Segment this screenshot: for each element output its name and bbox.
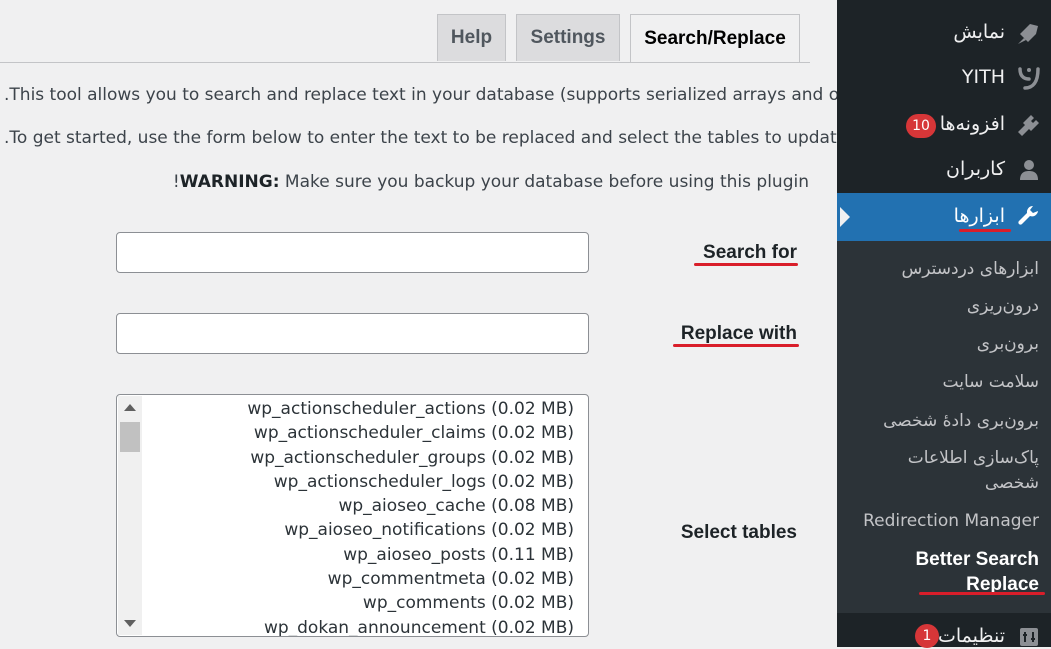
scroll-down-arrow-icon[interactable] <box>124 620 136 627</box>
sidebar-label-appearance: نمایش <box>953 21 1005 43</box>
user-icon <box>1017 158 1041 182</box>
sidebar-item-appearance[interactable]: نمایش <box>837 14 1051 52</box>
table-option[interactable]: wp_actionscheduler_groups (0.02 MB) <box>144 446 574 470</box>
warning-prefix: ! <box>172 172 180 192</box>
tables-select-list[interactable]: wp_actionscheduler_actions (0.02 MB) wp_… <box>116 394 589 637</box>
select-tables-label: Select tables <box>680 522 797 543</box>
better-search-replace-underline <box>919 592 1045 595</box>
sidebar-label-tools: ابزارها <box>953 205 1005 227</box>
tab-search-replace[interactable]: Search/Replace <box>630 14 800 63</box>
sidebar-label-yith: YITH <box>961 66 1005 88</box>
sidebar-item-settings[interactable]: تنظیمات 1 <box>837 619 1051 649</box>
table-option[interactable]: wp_actionscheduler_logs (0.02 MB) <box>144 470 574 494</box>
paintbrush-icon <box>1017 21 1041 45</box>
submenu-erase-personal-data-line2[interactable]: شخصی <box>985 473 1039 493</box>
tools-submenu: ابزارهای دردسترس درون‌ریزی برون‌بری سلام… <box>837 241 1051 613</box>
search-for-label: Search for <box>703 242 797 263</box>
tables-options: wp_actionscheduler_actions (0.02 MB) wp_… <box>144 397 574 636</box>
tools-label-underline <box>959 229 1011 232</box>
search-label-underline <box>694 263 798 266</box>
replace-with-input[interactable] <box>116 313 589 354</box>
intro-text-1: .This tool allows you to search and repl… <box>4 85 897 105</box>
submenu-erase-personal-data-line1[interactable]: پاک‌سازی اطلاعات <box>908 448 1039 468</box>
table-option[interactable]: wp_aioseo_notifications (0.02 MB) <box>144 518 574 542</box>
sidebar-item-yith[interactable]: YITH <box>837 60 1051 98</box>
table-option[interactable]: wp_actionscheduler_claims (0.02 MB) <box>144 421 574 445</box>
sidebar-label-users: کاربران <box>945 158 1005 180</box>
table-option[interactable]: wp_commentmeta (0.02 MB) <box>144 567 574 591</box>
submenu-better-search-replace-line1[interactable]: Better Search <box>915 547 1039 572</box>
plugins-update-badge: 10 <box>906 114 936 138</box>
admin-sidebar: نمایش YITH افزونه‌ها 10 کاربران ابزارها … <box>837 0 1051 649</box>
sidebar-item-plugins[interactable]: افزونه‌ها 10 <box>837 106 1051 144</box>
table-option[interactable]: wp_comments (0.02 MB) <box>144 591 574 615</box>
scroll-up-arrow-icon[interactable] <box>124 404 136 411</box>
sidebar-label-plugins: افزونه‌ها <box>939 113 1005 135</box>
warning-text: !WARNING: Make sure you backup your data… <box>4 172 809 192</box>
search-for-input[interactable] <box>116 232 589 273</box>
tab-help[interactable]: Help <box>437 14 506 61</box>
table-option[interactable]: wp_dokan_announcement (0.02 MB) <box>144 616 574 636</box>
main-content: Help Settings Search/Replace .This tool … <box>0 0 897 647</box>
sidebar-item-tools[interactable]: ابزارها <box>837 193 1051 241</box>
sidebar-item-users[interactable]: کاربران <box>837 151 1051 189</box>
sidebar-label-settings: تنظیمات <box>937 625 1005 647</box>
settings-sliders-icon <box>1017 625 1041 649</box>
submenu-export[interactable]: برون‌بری <box>977 334 1039 354</box>
table-option[interactable]: wp_aioseo_posts (0.11 MB) <box>144 543 574 567</box>
tables-scrollbar[interactable] <box>118 396 142 635</box>
table-option[interactable]: wp_actionscheduler_actions (0.02 MB) <box>144 397 574 421</box>
intro-text-2: .To get started, use the form below to e… <box>4 128 848 148</box>
yith-logo-icon <box>1017 66 1041 90</box>
replace-with-label: Replace with <box>680 323 797 344</box>
table-option[interactable]: wp_aioseo_cache (0.08 MB) <box>144 494 574 518</box>
tabs-divider <box>0 62 810 63</box>
submenu-import[interactable]: درون‌ریزی <box>967 296 1039 316</box>
active-indicator-arrow-icon <box>840 207 850 227</box>
submenu-redirection-manager[interactable]: Redirection Manager <box>863 511 1039 531</box>
warning-message: Make sure you backup your database befor… <box>279 172 809 192</box>
plugin-icon <box>1017 113 1041 137</box>
warning-label: WARNING: <box>179 172 280 192</box>
wrench-icon <box>1017 205 1041 229</box>
replace-label-underline <box>673 344 799 347</box>
scroll-thumb[interactable] <box>120 422 140 452</box>
tab-settings[interactable]: Settings <box>516 14 620 61</box>
submenu-available-tools[interactable]: ابزارهای دردسترس <box>902 259 1039 279</box>
submenu-export-personal-data[interactable]: برون‌بری دادهٔ شخصی <box>883 411 1039 431</box>
submenu-site-health[interactable]: سلامت سایت <box>943 372 1039 392</box>
settings-update-badge: 1 <box>915 624 939 648</box>
